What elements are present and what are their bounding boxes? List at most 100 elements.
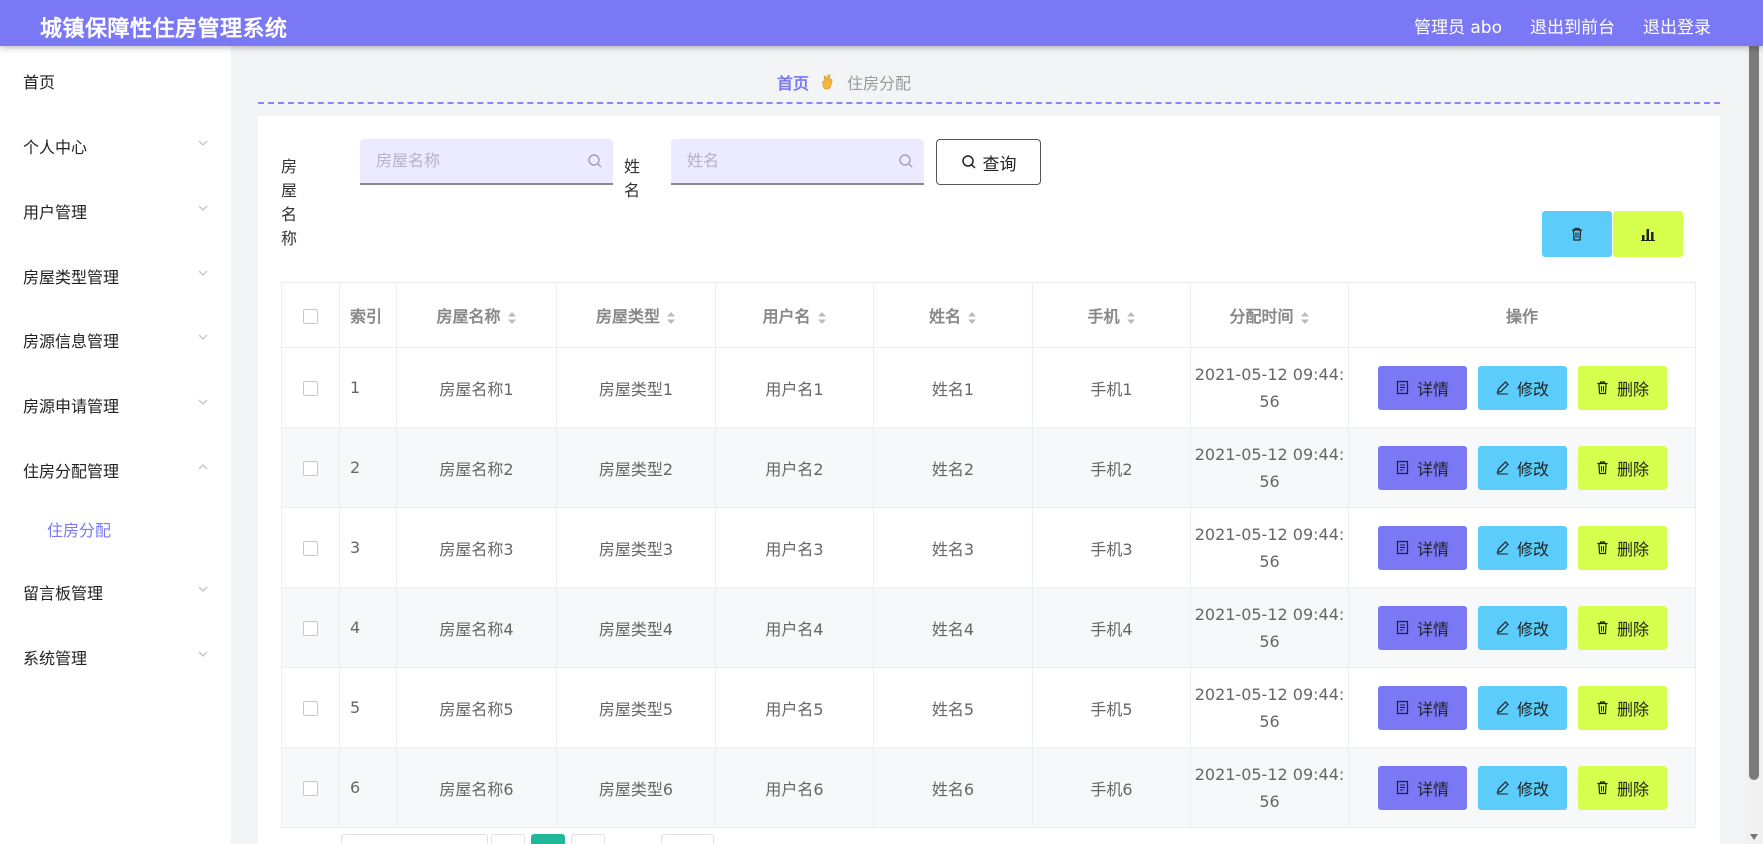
cell-actions: 详情 修改 删除 (1348, 347, 1696, 428)
jump-page-input[interactable] (661, 834, 714, 844)
table-row: 2 房屋名称2 房屋类型2 用户名2 姓名2 手机2 2021-05-12 09:44: 56… (281, 427, 1696, 508)
column-header-house-type[interactable]: 房屋类型 (556, 282, 716, 348)
column-header-phone[interactable]: 手机 (1032, 282, 1191, 348)
sidebar-item-message-board-management[interactable]: 留言板管理 (0, 570, 231, 610)
column-header-label: 手机 (1087, 307, 1120, 326)
column-header-name[interactable]: 姓名 (873, 282, 1033, 348)
row-checkbox[interactable] (303, 701, 318, 716)
column-header-index: 索引 (339, 282, 397, 348)
sidebar-item-label: 住房分配管理 (23, 462, 120, 481)
select-all-checkbox[interactable] (303, 308, 318, 324)
sidebar-item-housing-info-management[interactable]: 房源信息管理 (0, 318, 231, 358)
table-header-row: 索引 房屋名称 房屋类型 用户名 姓名 手机 分配时间 操作 (281, 282, 1696, 348)
time-part-b: 56 (1259, 631, 1280, 651)
edit-button[interactable]: 修改 (1477, 685, 1567, 730)
edit-button-label: 修改 (1516, 619, 1549, 639)
cell-house-type: 房屋类型3 (556, 507, 716, 588)
document-icon (1396, 700, 1409, 715)
page-number-active[interactable] (531, 834, 565, 844)
house-name-label: 房屋名称 (281, 157, 298, 248)
batch-delete-button[interactable] (1542, 211, 1612, 257)
chevron-down-icon (198, 586, 208, 592)
row-select-cell (281, 427, 340, 508)
time-part-a: 2021-05-12 09:44: (1194, 604, 1345, 624)
cell-house-type: 房屋类型4 (556, 587, 716, 668)
name-field[interactable] (671, 139, 924, 185)
row-checkbox[interactable] (303, 781, 318, 796)
delete-button-label: 删除 (1616, 619, 1649, 639)
chevron-down-icon (198, 399, 208, 405)
admin-label[interactable]: 管理员 abo (1414, 13, 1502, 38)
delete-button-label: 删除 (1616, 539, 1649, 559)
sort-icon (968, 311, 976, 324)
edit-button[interactable]: 修改 (1477, 765, 1567, 810)
column-header-username[interactable]: 用户名 (715, 282, 874, 348)
cell-house-type: 房屋类型6 (556, 747, 716, 828)
cell-username: 用户名1 (715, 347, 874, 428)
name-input[interactable] (671, 139, 871, 181)
pencil-icon (1496, 381, 1509, 395)
detail-button-label: 详情 (1416, 699, 1449, 719)
document-icon (1396, 620, 1409, 635)
cell-phone: 手机5 (1032, 667, 1191, 748)
breadcrumb: 首页 住房分配 (777, 70, 911, 94)
cell-phone: 手机2 (1032, 427, 1191, 508)
cell-house-name: 房屋名称6 (396, 747, 557, 828)
house-name-field[interactable] (360, 139, 613, 185)
detail-button[interactable]: 详情 (1377, 365, 1467, 410)
page-size-select[interactable] (341, 834, 488, 844)
cell-username: 用户名5 (715, 667, 874, 748)
row-checkbox[interactable] (303, 621, 318, 636)
pencil-icon (1496, 621, 1509, 635)
detail-button[interactable]: 详情 (1377, 685, 1467, 730)
sidebar-item-house-type-management[interactable]: 房屋类型管理 (0, 254, 231, 294)
row-checkbox[interactable] (303, 461, 318, 476)
sidebar-item-personal-center[interactable]: 个人中心 (0, 124, 231, 164)
delete-button[interactable]: 删除 (1577, 685, 1667, 730)
sidebar-item-system-management[interactable]: 系统管理 (0, 635, 231, 675)
document-icon (1396, 540, 1409, 555)
column-header-allocation-time[interactable]: 分配时间 (1190, 282, 1349, 348)
delete-button[interactable]: 删除 (1577, 365, 1667, 410)
query-button-label: 查询 (982, 154, 1017, 175)
sidebar-item-user-management[interactable]: 用户管理 (0, 189, 231, 229)
scroll-thumb[interactable] (1749, 40, 1759, 780)
delete-button[interactable]: 删除 (1577, 445, 1667, 490)
sidebar-subitem-housing-allocation[interactable]: 住房分配 (0, 509, 231, 545)
exit-to-front-link[interactable]: 退出到前台 (1530, 13, 1615, 38)
next-page-button[interactable] (571, 834, 605, 844)
house-name-input[interactable] (360, 139, 560, 181)
sidebar-item-home[interactable]: 首页 (0, 59, 231, 99)
prev-page-button[interactable] (491, 834, 525, 844)
detail-button[interactable]: 详情 (1377, 605, 1467, 650)
chevron-down-icon (198, 140, 208, 146)
cell-house-type: 房屋类型5 (556, 667, 716, 748)
detail-button[interactable]: 详情 (1377, 765, 1467, 810)
edit-button[interactable]: 修改 (1477, 365, 1567, 410)
table-row: 3 房屋名称3 房屋类型3 用户名3 姓名3 手机3 2021-05-12 09:44: 56… (281, 507, 1696, 588)
edit-button[interactable]: 修改 (1477, 605, 1567, 650)
delete-button[interactable]: 删除 (1577, 765, 1667, 810)
query-button[interactable]: 查询 (936, 139, 1041, 185)
search-icon (961, 155, 976, 169)
breadcrumb-home[interactable]: 首页 (777, 70, 809, 94)
edit-button[interactable]: 修改 (1477, 445, 1567, 490)
detail-button[interactable]: 详情 (1377, 525, 1467, 570)
detail-button[interactable]: 详情 (1377, 445, 1467, 490)
trash-icon (1597, 781, 1608, 795)
delete-button[interactable]: 删除 (1577, 605, 1667, 650)
column-header-house-name[interactable]: 房屋名称 (396, 282, 557, 348)
row-checkbox[interactable] (303, 541, 318, 556)
edit-button[interactable]: 修改 (1477, 525, 1567, 570)
page-scrollbar[interactable] (1745, 0, 1763, 844)
statistics-chart-button[interactable] (1613, 211, 1683, 257)
sidebar-item-housing-allocation-management[interactable]: 住房分配管理 (0, 448, 231, 488)
scroll-down-icon[interactable] (1749, 833, 1759, 841)
cell-house-name: 房屋名称5 (396, 667, 557, 748)
cell-name: 姓名5 (873, 667, 1033, 748)
delete-button[interactable]: 删除 (1577, 525, 1667, 570)
row-checkbox[interactable] (303, 381, 318, 396)
delete-button-label: 删除 (1616, 379, 1649, 399)
logout-link[interactable]: 退出登录 (1643, 13, 1711, 38)
sidebar-item-housing-application-management[interactable]: 房源申请管理 (0, 383, 231, 423)
